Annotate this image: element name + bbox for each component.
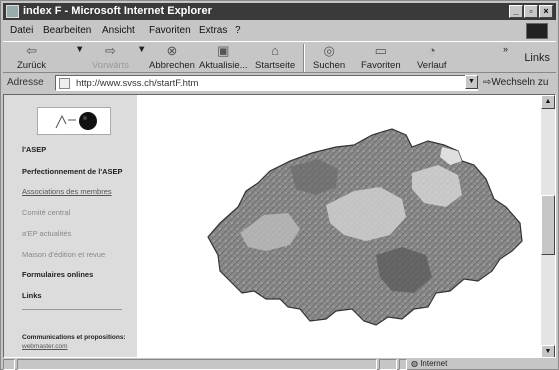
sidebar-divider [22,309,122,310]
menu-ansicht[interactable]: Ansicht [102,25,135,36]
window-title: index F - Microsoft Internet Explorer [23,5,212,17]
toolbar-separator [303,44,305,72]
scroll-thumb[interactable] [541,195,555,255]
refresh-button[interactable]: ▣ Aktualisie... [199,43,248,72]
menu-datei[interactable]: Datei [10,25,33,36]
maximize-button[interactable]: ▫ [524,5,538,18]
chevron-more-icon[interactable]: » [503,44,508,54]
menu-favoriten[interactable]: Favoriten [149,25,191,36]
sidebar-footer: Communications et propositions: webmaste… [22,333,126,351]
stop-icon: ⊗ [166,43,178,58]
scroll-down-icon[interactable]: ▼ [541,345,555,357]
menu-help[interactable]: ? [235,25,241,36]
status-cell [399,359,407,370]
forward-label: Vorwärts [92,60,129,71]
back-label: Zurück [17,60,47,71]
go-label: Wechseln zu [491,77,549,88]
ie-app-icon [6,5,19,18]
menu-bar: Datei Bearbeiten Ansicht Favoriten Extra… [3,22,556,40]
nav-comite-central[interactable]: Comité central [22,208,70,217]
menu-bearbeiten[interactable]: Bearbeiten [43,25,91,36]
address-input[interactable]: http://www.svss.ch/startF.htm [55,75,478,91]
minimize-button[interactable]: _ [509,5,523,18]
history-button[interactable]: ◔ Verlauf [417,43,447,72]
home-icon: ⌂ [271,43,279,58]
menu-extras[interactable]: Extras [199,25,227,36]
page-icon [59,78,70,89]
favorites-button[interactable]: ▭ Favoriten [361,43,401,72]
status-message [17,359,377,370]
vertical-scrollbar[interactable]: ▲ ▼ [541,95,555,357]
scroll-up-icon[interactable]: ▲ [541,95,555,109]
asep-logo[interactable] [37,107,111,135]
stop-button[interactable]: ⊗ Abbrechen [149,43,195,72]
back-button[interactable]: ⇦ Zurück [17,43,47,72]
status-zone-label: Internet [420,359,448,368]
back-arrow-icon: ⇦ [26,43,37,58]
favorites-label: Favoriten [361,60,401,71]
nav-maison-edition[interactable]: Maison d'édition et revue [22,250,105,259]
history-icon: ◔ [427,43,436,58]
address-label: Adresse [7,77,44,88]
page-content: l'ASEP Perfectionnement de l'ASEP Associ… [3,94,556,358]
sidebar: l'ASEP Perfectionnement de l'ASEP Associ… [4,95,137,357]
footer-text: Communications et propositions: [22,334,126,341]
nav-perfectionnement[interactable]: Perfectionnement de l'ASEP [22,167,123,176]
nav-asep[interactable]: l'ASEP [22,145,46,154]
search-icon: ◎ [323,43,335,58]
forward-arrow-icon: ⇨ [105,43,116,58]
nav-associations[interactable]: Associations des membres [22,187,112,196]
internet-globe-icon: ◍ [411,359,421,368]
address-bar: Adresse http://www.svss.ch/startF.htm ▼ … [3,74,556,92]
links-toolbar[interactable]: Links [524,52,550,64]
stop-label: Abbrechen [149,60,195,71]
status-page-icon [3,359,15,370]
title-bar: index F - Microsoft Internet Explorer _ … [3,3,556,20]
nav-actualites[interactable]: a'EP actualités [22,229,71,238]
nav-links[interactable]: Links [22,291,42,300]
switzerland-map[interactable] [140,95,542,358]
forward-dropdown-icon[interactable]: ▼ [137,44,146,55]
asep-logo-graphic [55,112,97,130]
go-button[interactable]: ⇨Wechseln zu [483,77,548,88]
windows-logo-icon [526,23,548,39]
refresh-icon: ▣ [217,43,230,58]
home-label: Startseite [255,60,296,71]
search-button[interactable]: ◎ Suchen [313,43,346,72]
address-dropdown-icon[interactable]: ▼ [465,75,478,89]
refresh-label: Aktualisie... [199,60,248,71]
status-cell [379,359,397,370]
browser-window: index F - Microsoft Internet Explorer _ … [0,0,559,370]
history-label: Verlauf [417,60,447,71]
close-button[interactable]: × [539,5,553,18]
forward-button[interactable]: ⇨ Vorwärts [92,43,129,72]
back-dropdown-icon[interactable]: ▼ [75,44,84,55]
toolbar: ⇦ Zurück ▼ ⇨ Vorwärts ▼ ⊗ Abbrechen ▣ Ak… [3,41,556,73]
home-button[interactable]: ⌂ Startseite [255,43,296,72]
address-url[interactable]: http://www.svss.ch/startF.htm [76,78,198,89]
status-zone: ◍ Internet [411,359,447,368]
nav-formulaires[interactable]: Formulaires onlines [22,270,93,279]
webmaster-link[interactable]: webmaster.com [22,342,126,351]
favorites-folder-icon: ▭ [374,43,387,58]
search-label: Suchen [313,60,346,71]
status-bar: ◍ Internet [3,359,556,370]
